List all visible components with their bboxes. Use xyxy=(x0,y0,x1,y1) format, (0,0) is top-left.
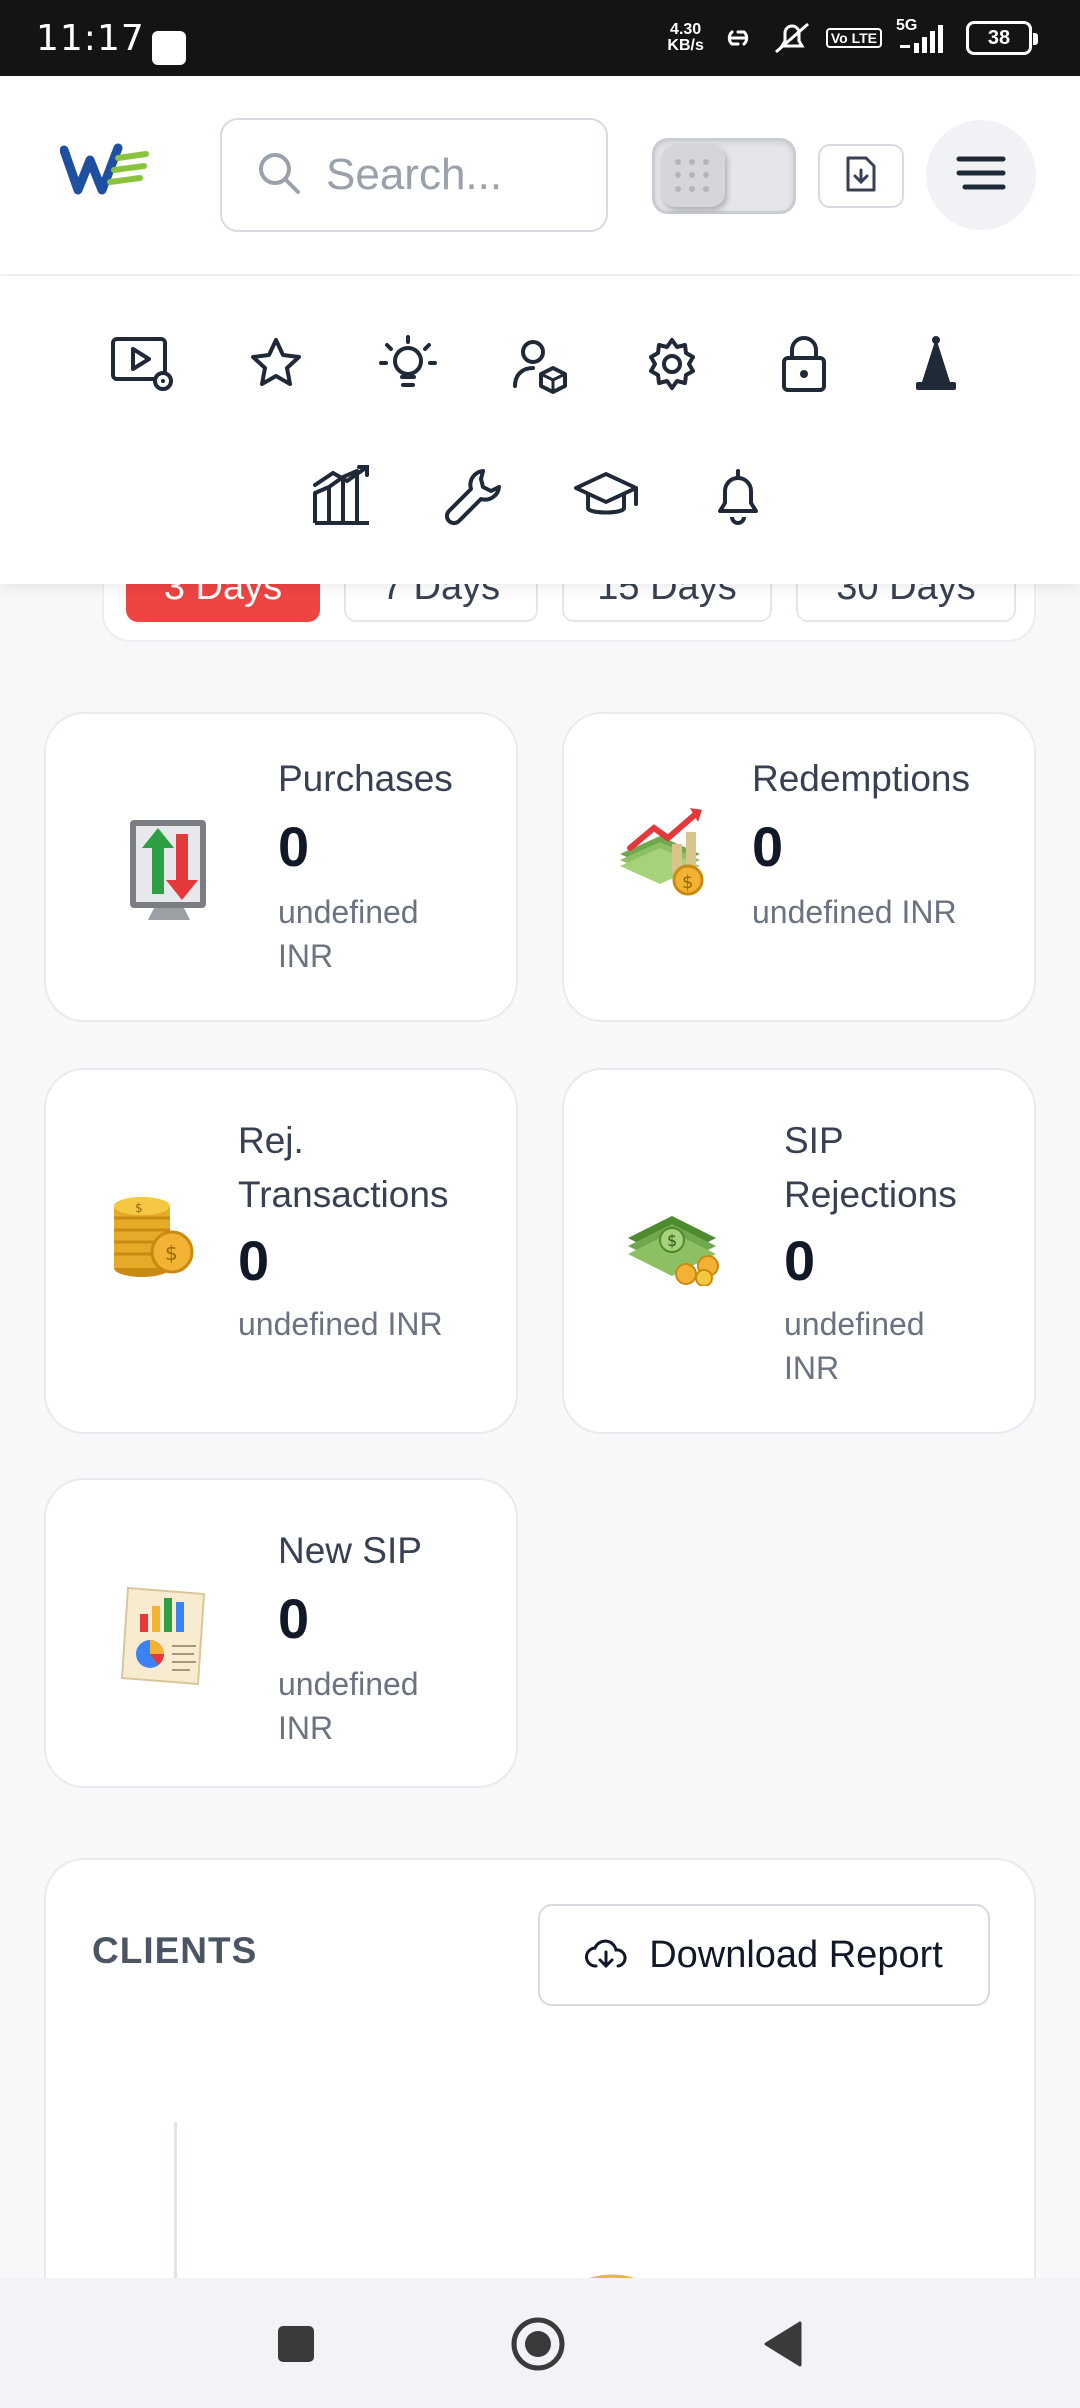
stat-label-line-1: SIP xyxy=(784,1120,844,1161)
network-type: 5G xyxy=(896,17,918,34)
stat-subtext-unit: INR xyxy=(278,1710,334,1746)
stat-subtext: undefined INR xyxy=(752,894,957,930)
new-sip-card[interactable]: New SIP 0 undefined INR xyxy=(44,1478,518,1788)
status-time: 11:17 xyxy=(36,18,145,59)
star-icon[interactable] xyxy=(236,324,316,404)
report-chart-icon xyxy=(118,1580,218,1695)
svg-text:$: $ xyxy=(682,872,693,893)
lightbulb-icon[interactable] xyxy=(368,324,448,404)
purchase-sell-arrows-icon xyxy=(124,814,214,929)
stat-value: 0 xyxy=(784,1229,816,1292)
wrench-icon[interactable] xyxy=(434,456,514,536)
notification-icon xyxy=(152,31,186,65)
stat-label-line-2: Rejections xyxy=(784,1174,957,1215)
search-icon xyxy=(254,148,304,203)
download-document-button[interactable] xyxy=(818,144,904,208)
stat-label: New SIP xyxy=(278,1530,422,1571)
cone-icon[interactable] xyxy=(896,324,976,404)
stat-label: Purchases xyxy=(278,758,453,799)
chart-growth-icon[interactable] xyxy=(302,456,382,536)
quick-actions-panel xyxy=(0,276,1080,584)
svg-text:$: $ xyxy=(135,1201,143,1215)
brand-logo[interactable] xyxy=(59,138,152,203)
lock-icon[interactable] xyxy=(764,324,844,404)
app-header xyxy=(0,76,1080,276)
purchases-card[interactable]: Purchases 0 undefined INR xyxy=(44,712,518,1022)
svg-text:$: $ xyxy=(165,1241,178,1265)
redemptions-card[interactable]: $ Redemptions 0 undefined INR xyxy=(562,712,1036,1022)
network-speed: 4.30 KB/s xyxy=(667,22,703,54)
mute-icon xyxy=(772,20,812,56)
search-input[interactable] xyxy=(326,150,586,200)
volte-badge: Vo LTE xyxy=(825,28,882,48)
cash-coins-icon: $ xyxy=(624,1196,734,1291)
stat-value: 0 xyxy=(278,815,310,878)
network-speed-unit: KB/s xyxy=(667,37,704,54)
stat-value: 0 xyxy=(752,815,784,878)
stat-subtext: undefined xyxy=(278,894,419,930)
stat-subtext: undefined INR xyxy=(238,1306,443,1342)
stat-subtext-unit: INR xyxy=(278,938,334,974)
gear-icon[interactable] xyxy=(632,324,712,404)
recent-apps-button[interactable] xyxy=(264,2312,328,2376)
stat-label-line-1: Rej. xyxy=(238,1120,304,1161)
rejected-transactions-card[interactable]: $ $ Rej. Transactions 0 undefined INR xyxy=(44,1068,518,1434)
video-settings-icon[interactable] xyxy=(104,324,184,404)
stat-subtext-unit: INR xyxy=(784,1350,840,1386)
user-cube-icon[interactable] xyxy=(500,324,580,404)
stat-subtext: undefined xyxy=(784,1306,925,1342)
stat-label-line-2: Transactions xyxy=(238,1174,449,1215)
money-growth-icon: $ xyxy=(614,798,714,903)
stat-value: 0 xyxy=(278,1587,310,1650)
theme-toggle[interactable] xyxy=(652,138,796,214)
search-bar[interactable] xyxy=(220,118,608,232)
menu-button[interactable] xyxy=(926,120,1036,230)
stat-label: Redemptions xyxy=(752,758,971,799)
graduation-cap-icon[interactable] xyxy=(566,456,646,536)
stat-value: 0 xyxy=(238,1229,270,1292)
back-button[interactable] xyxy=(750,2312,814,2376)
file-download-icon xyxy=(844,154,878,199)
status-indicators: 4.30 KB/s Vo LTE 5G 38 xyxy=(667,17,1038,56)
hamburger-icon xyxy=(955,153,1007,198)
stat-subtext: undefined xyxy=(278,1666,419,1702)
system-navigation-bar xyxy=(0,2278,1080,2408)
battery-indicator: 38 xyxy=(966,21,1038,55)
network-speed-value: 4.30 xyxy=(670,21,702,38)
sip-rejections-card[interactable]: $ SIP Rejections 0 undefined INR xyxy=(562,1068,1036,1434)
svg-text:$: $ xyxy=(667,1231,677,1250)
toggle-knob xyxy=(661,145,725,207)
signal-icon: 5G xyxy=(896,17,952,55)
status-bar: 11:17 4.30 KB/s Vo LTE 5G 38 xyxy=(0,0,1080,76)
link-icon xyxy=(718,24,758,52)
bell-icon[interactable] xyxy=(698,456,778,536)
coin-stack-icon: $ $ xyxy=(108,1182,198,1287)
home-button[interactable] xyxy=(506,2312,570,2376)
